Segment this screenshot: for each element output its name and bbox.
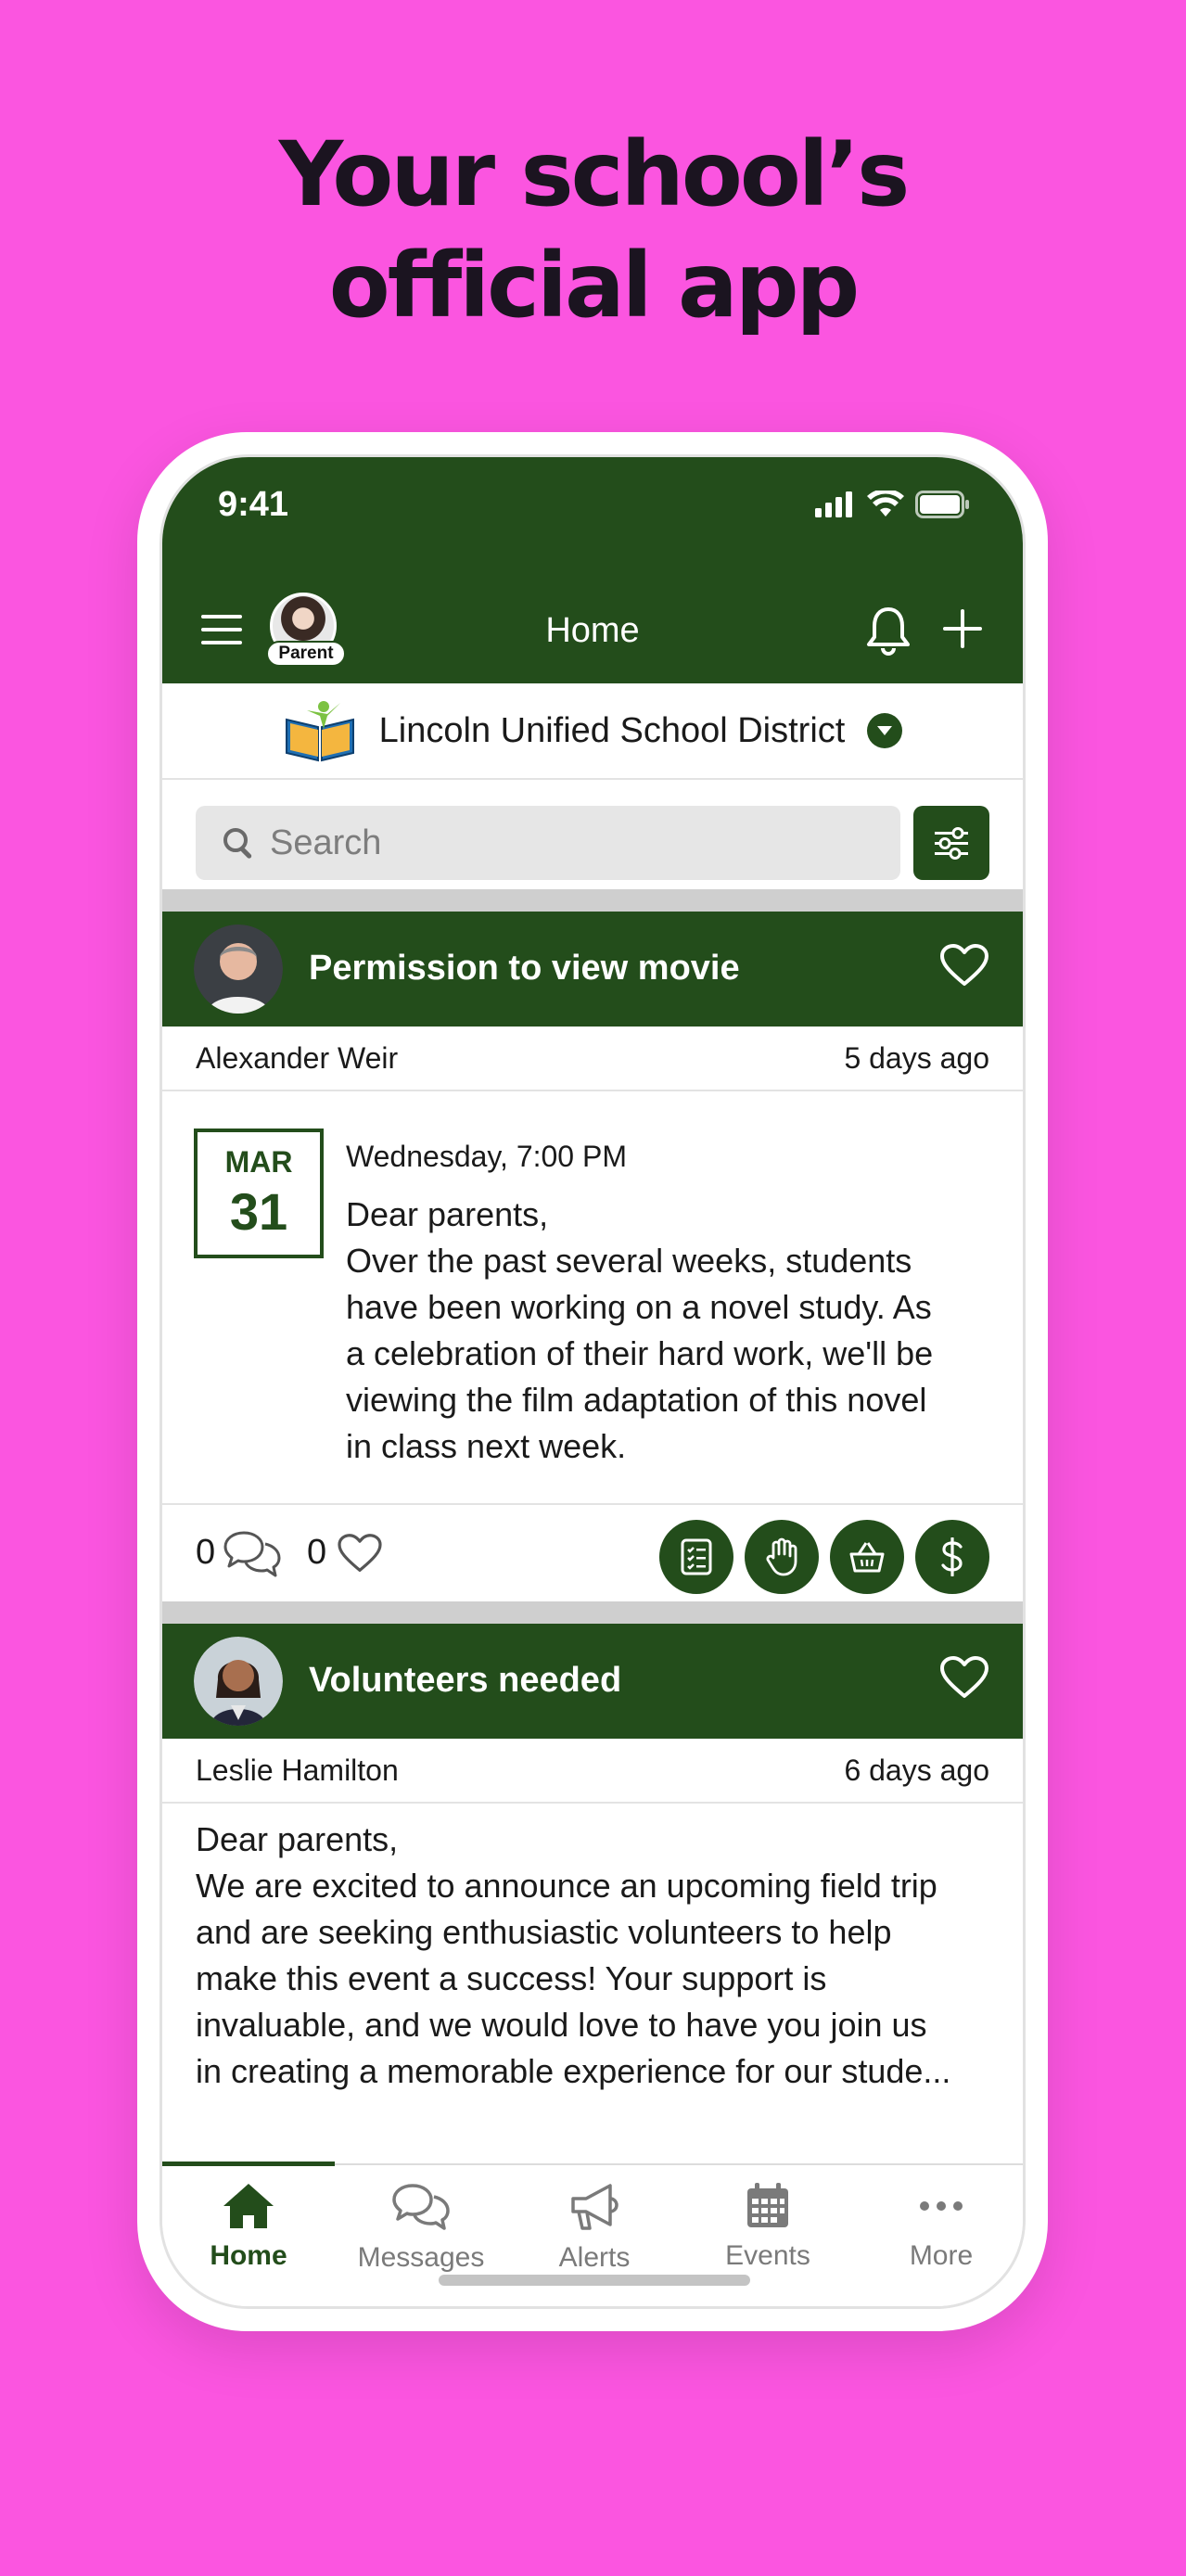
favorite-heart-icon[interactable] — [939, 1655, 989, 1700]
cellular-signal-icon — [815, 491, 852, 517]
author-avatar — [194, 1637, 283, 1726]
author-avatar — [194, 925, 283, 1014]
marketing-headline: Your school’s official app — [0, 119, 1186, 341]
post-greeting: Dear parents, — [346, 1195, 549, 1233]
post-body-line: have been working on a novel study. As — [346, 1288, 932, 1326]
tab-label: Home — [210, 2240, 287, 2271]
post-body-line: and are seeking enthusiastic volunteers … — [196, 1913, 892, 1951]
headline-line-1: Your school’s — [278, 122, 911, 226]
raised-hand-icon — [766, 1537, 797, 1576]
messages-icon — [392, 2184, 450, 2230]
post-header[interactable]: Volunteers needed — [162, 1624, 1023, 1739]
dollar-icon — [941, 1537, 963, 1576]
wifi-icon — [867, 491, 904, 516]
chevron-down-icon[interactable] — [867, 713, 903, 748]
post-header[interactable]: Permission to view movie — [162, 912, 1023, 1027]
post-body[interactable]: Dear parents, We are excited to announce… — [196, 1817, 1012, 2095]
basket-icon — [849, 1542, 885, 1573]
status-bar: 9:41 — [162, 457, 1023, 580]
tab-label: Events — [725, 2240, 810, 2271]
post-body-line: viewing the film adaptation of this nove… — [346, 1381, 927, 1419]
post-body-line: Over the past several weeks, students — [346, 1242, 912, 1280]
comment-count: 0 — [196, 1533, 216, 1572]
like-count: 0 — [307, 1533, 327, 1572]
active-tab-indicator — [162, 2162, 335, 2166]
feed-divider — [162, 889, 1023, 912]
tab-label: Messages — [357, 2242, 485, 2273]
post-body-line: make this event a success! Your support … — [196, 1959, 827, 1997]
post-meta: Alexander Weir 5 days ago — [162, 1027, 1023, 1091]
search-row — [162, 782, 1023, 889]
headline-line-2: official app — [328, 234, 861, 338]
district-name: Lincoln Unified School District — [378, 710, 846, 750]
search-field[interactable] — [196, 806, 900, 880]
post-body-line: in creating a memorable experience for o… — [196, 2052, 951, 2090]
add-icon[interactable] — [941, 607, 984, 650]
post-meta: Leslie Hamilton 6 days ago — [162, 1739, 1023, 1804]
post-timestamp: 6 days ago — [844, 1753, 989, 1787]
post-body-line: in class next week. — [346, 1427, 627, 1465]
status-icons — [815, 491, 971, 518]
tab-alerts[interactable]: Alerts — [508, 2182, 681, 2274]
search-input[interactable] — [270, 823, 826, 863]
feed-divider — [162, 1601, 1023, 1624]
sliders-icon — [935, 827, 968, 860]
district-logo-icon — [285, 701, 354, 762]
post-body-line: a celebration of their hard work, we'll … — [346, 1334, 934, 1372]
filter-button[interactable] — [913, 806, 989, 880]
bottom-tab-bar: Home Messages Alerts Events More — [162, 2162, 1023, 2306]
checklist-icon — [681, 1538, 712, 1575]
event-time: Wednesday, 7:00 PM — [346, 1140, 627, 1173]
post-author: Leslie Hamilton — [196, 1753, 399, 1787]
home-indicator[interactable] — [439, 2275, 750, 2286]
tab-events[interactable]: Events — [682, 2182, 854, 2272]
like-heart-icon[interactable] — [337, 1533, 383, 1574]
more-icon — [920, 2201, 963, 2211]
post-greeting: Dear parents, — [196, 1820, 399, 1858]
form-button[interactable] — [659, 1520, 733, 1594]
tab-label: Alerts — [558, 2242, 631, 2273]
payment-button[interactable] — [915, 1520, 989, 1594]
battery-icon — [915, 491, 969, 518]
megaphone-icon — [571, 2184, 619, 2230]
event-date-badge: MAR 31 — [194, 1129, 324, 1258]
tab-label: More — [909, 2240, 974, 2271]
search-icon — [223, 828, 252, 859]
app-bar: Parent Home — [162, 580, 1023, 683]
post-actions: 0 0 — [162, 1503, 1023, 1601]
post-title: Permission to view movie — [309, 949, 740, 988]
volunteer-button[interactable] — [745, 1520, 819, 1594]
post-body-line: We are excited to announce an upcoming f… — [196, 1867, 937, 1905]
event-month: MAR — [224, 1145, 293, 1179]
post-author: Alexander Weir — [196, 1041, 399, 1075]
post-body-line: invaluable, and we would love to have yo… — [196, 2006, 927, 2044]
favorite-heart-icon[interactable] — [939, 943, 989, 988]
calendar-icon — [747, 2183, 788, 2227]
tab-home[interactable]: Home — [162, 2182, 335, 2272]
sign-up-button[interactable] — [830, 1520, 904, 1594]
home-icon — [223, 2184, 274, 2228]
district-selector[interactable]: Lincoln Unified School District — [162, 683, 1023, 780]
post-title: Volunteers needed — [309, 1661, 622, 1700]
event-day: 31 — [229, 1182, 288, 1241]
tab-more[interactable]: More — [855, 2182, 1023, 2272]
phone-frame: 9:41 Parent Home Lincoln Unified School … — [137, 432, 1048, 2331]
post-body[interactable]: Dear parents, Over the past several week… — [346, 1192, 995, 1470]
tab-messages[interactable]: Messages — [335, 2182, 507, 2274]
comments-icon[interactable] — [222, 1529, 283, 1579]
status-time: 9:41 — [218, 485, 289, 524]
phone-screen: 9:41 Parent Home Lincoln Unified School … — [159, 454, 1026, 2309]
post-timestamp: 5 days ago — [844, 1041, 989, 1075]
bell-icon[interactable] — [865, 606, 912, 656]
